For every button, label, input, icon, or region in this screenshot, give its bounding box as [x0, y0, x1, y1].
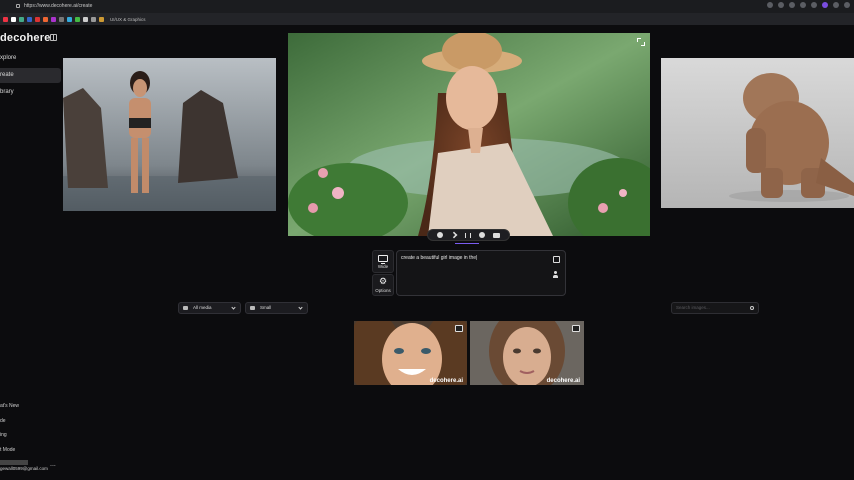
- sidebar-item-create[interactable]: reate: [0, 68, 61, 83]
- search-placeholder: Search images...: [676, 305, 710, 310]
- extension-icon[interactable]: [833, 2, 839, 8]
- pricing-link[interactable]: ing: [0, 432, 7, 438]
- thumbnail-2[interactable]: decohere.ai: [470, 321, 584, 385]
- bookmark-icon[interactable]: [59, 16, 64, 22]
- size-filter-select[interactable]: Small: [245, 302, 308, 314]
- media-filter-select[interactable]: All media: [178, 302, 241, 314]
- bookmark-icon[interactable]: [91, 16, 96, 22]
- app-logo[interactable]: decohere: [0, 32, 51, 44]
- size-icon: [250, 306, 255, 310]
- options-button[interactable]: ⚙ Options: [372, 274, 394, 296]
- image-upload-icon[interactable]: [553, 256, 560, 263]
- gallery-image-right-art: [661, 58, 854, 208]
- gear-icon: ⚙: [378, 276, 388, 286]
- image-action-toolbar: [427, 229, 510, 241]
- search-icon: [750, 306, 754, 310]
- image-type-icon: [572, 325, 580, 332]
- expand-icon[interactable]: [637, 38, 645, 46]
- dark-mode-toggle[interactable]: t Mode: [0, 447, 15, 453]
- extension-icon[interactable]: [767, 2, 773, 8]
- media-icon: [183, 306, 188, 310]
- media-filter-value: All media: [193, 305, 212, 310]
- lock-icon: [16, 3, 20, 8]
- user-name: [0, 460, 28, 465]
- bookmark-folder[interactable]: UI/UX & Graphics: [110, 17, 146, 22]
- browser-toolbar: https://www.decohere.ai/create: [0, 0, 854, 13]
- gallery-image-right[interactable]: [661, 58, 854, 208]
- aspect-ratio-button[interactable]: Wide: [372, 250, 394, 273]
- whats-new-link[interactable]: at's New: [0, 403, 19, 409]
- gallery-image-left[interactable]: [63, 58, 276, 211]
- profile-icon[interactable]: [822, 2, 828, 8]
- options-label: Options: [375, 288, 391, 293]
- bookmark-icon[interactable]: [11, 16, 16, 22]
- chevron-down-icon: [298, 305, 303, 310]
- main-generated-image[interactable]: [288, 33, 650, 236]
- reuse-icon[interactable]: [437, 232, 443, 238]
- bookmark-icon[interactable]: [35, 16, 40, 22]
- extension-icon[interactable]: [800, 2, 806, 8]
- bookmark-icon[interactable]: [51, 16, 56, 22]
- sidebar-item-explore[interactable]: xplore: [0, 51, 61, 66]
- monitor-icon: [378, 254, 388, 264]
- chevron-down-icon: [231, 305, 236, 310]
- search-input[interactable]: Search images...: [671, 302, 759, 314]
- user-more-button[interactable]: ...: [50, 461, 56, 468]
- video-icon[interactable]: [493, 232, 500, 238]
- resize-icon[interactable]: [465, 232, 471, 238]
- character-add-icon[interactable]: [553, 271, 560, 278]
- watermark: decohere.ai: [429, 378, 463, 384]
- image-type-icon: [455, 325, 463, 332]
- extension-icon[interactable]: [778, 2, 784, 8]
- bookmark-icon[interactable]: [83, 16, 88, 22]
- prompt-input[interactable]: create a beautiful girl image in the|: [396, 250, 566, 296]
- thumbnail-1[interactable]: decohere.ai: [354, 321, 467, 385]
- size-filter-value: Small: [260, 305, 272, 310]
- guide-link[interactable]: de: [0, 418, 6, 424]
- folder-icon: [99, 16, 104, 22]
- bookmark-icon[interactable]: [3, 16, 8, 22]
- gallery-image-left-art: [63, 58, 276, 211]
- bookmark-icon[interactable]: [27, 16, 32, 22]
- watermark: decohere.ai: [546, 378, 580, 384]
- sidebar-item-library[interactable]: brary: [0, 85, 61, 100]
- address-bar[interactable]: https://www.decohere.ai/create: [16, 2, 92, 11]
- bookmarks-bar: UI/UX & Graphics: [0, 13, 854, 25]
- aspect-label: Wide: [377, 263, 389, 269]
- bookmark-icon[interactable]: [43, 16, 48, 22]
- thumbnail-1-art: [354, 321, 467, 385]
- sidebar-collapse-icon[interactable]: [50, 34, 57, 41]
- bookmark-icon[interactable]: [67, 16, 72, 22]
- menu-icon[interactable]: [844, 2, 850, 8]
- prompt-text: create a beautiful girl image in the|: [401, 255, 478, 261]
- extension-icon[interactable]: [789, 2, 795, 8]
- browser-extension-icons: [767, 2, 850, 8]
- upscale-icon[interactable]: [479, 232, 485, 238]
- bookmark-icon[interactable]: [75, 16, 80, 22]
- url-text: https://www.decohere.ai/create: [24, 3, 93, 9]
- main-image-art: [288, 33, 650, 236]
- thumbnail-2-art: [470, 321, 584, 385]
- user-email: gewall0599@gmail.com: [0, 466, 48, 471]
- active-indicator: [455, 243, 479, 244]
- bookmark-icon[interactable]: [19, 16, 24, 22]
- extension-icon[interactable]: [811, 2, 817, 8]
- share-icon[interactable]: [450, 231, 458, 239]
